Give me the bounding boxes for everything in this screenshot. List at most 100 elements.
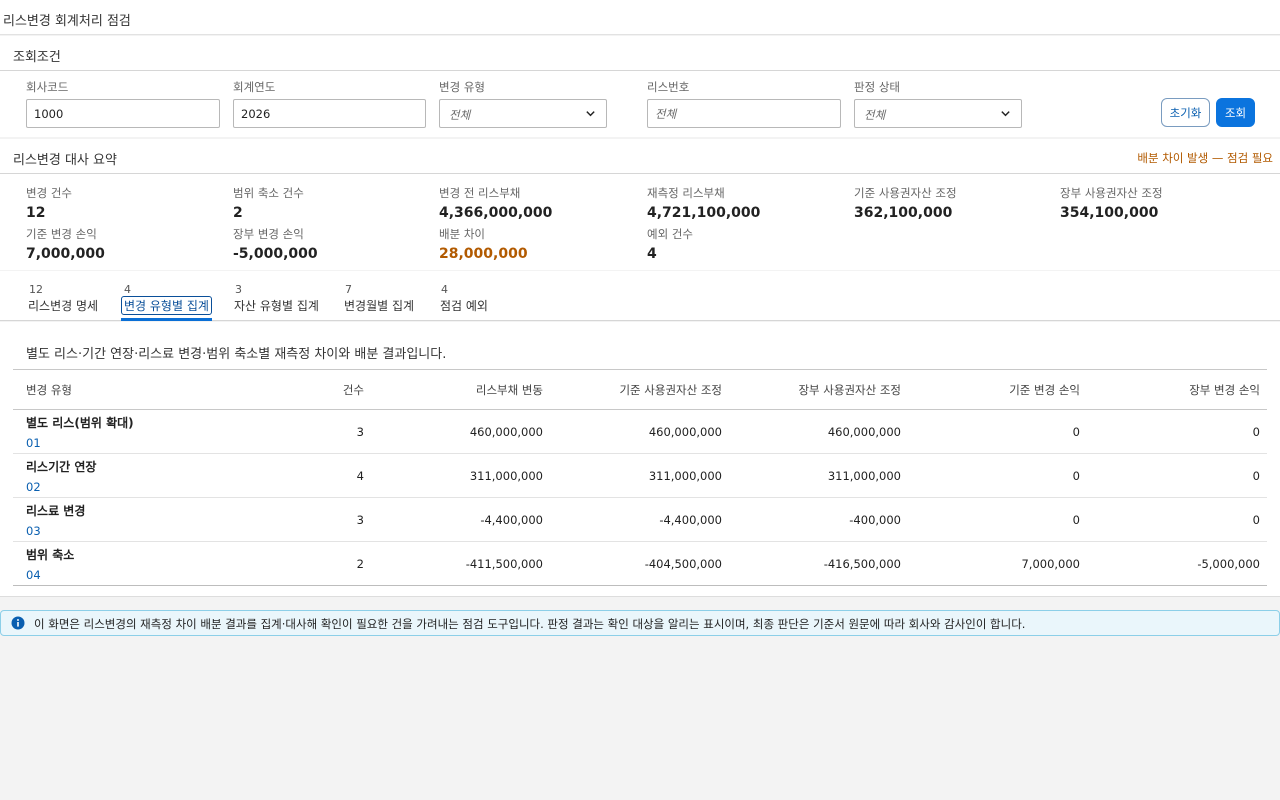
change-type-name: 별도 리스(범위 확대) — [26, 415, 134, 430]
table-row[interactable]: 별도 리스(범위 확대) 01 3 460,000,000 460,000,000… — [13, 410, 1267, 454]
kpi-label: 장부 변경 손익 — [233, 227, 304, 241]
info-text: 이 화면은 리스변경의 재측정 차이 배분 결과를 집계·대사해 확인이 필요한… — [34, 617, 1026, 631]
tab-count: 12 — [29, 283, 43, 296]
kpi-scope-reduction-count: 범위 축소 건수 2 — [233, 185, 304, 221]
std-pl-cell: 7,000,000 — [1021, 556, 1080, 571]
main-content: 별도 리스·기간 연장·리스료 변경·범위 축소별 재측정 차이와 배분 결과입… — [0, 322, 1280, 597]
change-type-cell: 리스료 변경 03 — [13, 498, 258, 542]
lease-no-label: 리스번호 — [647, 80, 690, 94]
kpi-value: 7,000,000 — [26, 246, 105, 262]
kpi-value: 4 — [647, 246, 657, 262]
title-bar: 리스변경 회계처리 점검 — [0, 0, 1280, 35]
company-code-input[interactable] — [26, 99, 220, 128]
kpi-label: 변경 전 리스부채 — [439, 186, 521, 200]
count-cell: 3 — [356, 424, 364, 439]
book-pl-cell: 0 — [1252, 468, 1260, 483]
column-header[interactable]: 기준 변경 손익 — [908, 370, 1087, 410]
kpi-value: 4,366,000,000 — [439, 205, 553, 221]
active-tab-indicator — [121, 318, 212, 321]
change-type-cell: 범위 축소 04 — [13, 542, 258, 586]
change-type-field-group: 변경 유형 — [439, 79, 485, 95]
kpi-book-change-pl: 장부 변경 손익 -5,000,000 — [233, 226, 318, 262]
tab-by-change-month[interactable]: 7 변경월별 집계 — [342, 283, 416, 315]
kpi-change-count: 변경 건수 12 — [26, 185, 72, 221]
table-row[interactable]: 리스료 변경 03 3 -4,400,000 -4,400,000 -400,00… — [13, 498, 1267, 542]
reset-button[interactable]: 초기화 — [1161, 98, 1210, 127]
std-pl-cell: 0 — [1072, 468, 1080, 483]
kpi-label: 기준 변경 손익 — [26, 227, 97, 241]
change-type-code-link[interactable]: 04 — [26, 568, 251, 582]
tab-count: 3 — [235, 283, 242, 296]
kpi-std-rou-adjustment: 기준 사용권자산 조정 362,100,000 — [854, 185, 957, 221]
table-row[interactable]: 리스기간 연장 02 4 311,000,000 311,000,000 311,… — [13, 454, 1267, 498]
column-header[interactable]: 기준 사용권자산 조정 — [550, 370, 729, 410]
judgement-field-group: 판정 상태 — [854, 79, 900, 95]
tab-count: 4 — [441, 283, 448, 296]
change-type-cell: 리스기간 연장 02 — [13, 454, 258, 498]
search-button[interactable]: 조회 — [1216, 98, 1255, 127]
change-type-code-link[interactable]: 02 — [26, 480, 251, 494]
tab-label: 변경월별 집계 — [344, 299, 415, 313]
column-header[interactable]: 리스부채 변동 — [371, 370, 550, 410]
search-panel: 조회조건 회사코드 회계연도 변경 유형 전체 리스번호 판정 상태 전체 초기… — [0, 36, 1280, 137]
count-cell: 4 — [356, 468, 364, 483]
lease-no-input[interactable] — [647, 99, 841, 128]
search-panel-title: 조회조건 — [13, 50, 61, 65]
chevron-down-icon — [586, 111, 595, 117]
std-rou-cell: -404,500,000 — [644, 556, 722, 571]
search-panel-header: 조회조건 — [0, 36, 1280, 71]
kpi-allocation-difference: 배분 차이 28,000,000 — [439, 226, 528, 262]
tab-exceptions[interactable]: 4 점검 예외 — [438, 283, 490, 315]
kpi-label: 예외 건수 — [647, 227, 693, 241]
kpi-label: 범위 축소 건수 — [233, 186, 304, 200]
tab-by-asset-type[interactable]: 3 자산 유형별 집계 — [232, 283, 321, 315]
book-rou-cell: 460,000,000 — [827, 424, 901, 439]
liability-change-cell: -4,400,000 — [480, 512, 543, 527]
tab-label: 리스변경 명세 — [28, 299, 99, 313]
column-header[interactable]: 변경 유형 — [13, 370, 258, 410]
book-pl-cell: -5,000,000 — [1197, 556, 1260, 571]
liability-change-cell: 460,000,000 — [469, 424, 543, 439]
liability-change-cell: -411,500,000 — [465, 556, 543, 571]
tab-count: 4 — [124, 283, 131, 296]
summary-panel-title: 리스변경 대사 요약 — [13, 153, 117, 168]
table-header-row: 변경 유형 건수 리스부채 변동 기준 사용권자산 조정 장부 사용권자산 조정… — [13, 369, 1267, 410]
std-rou-cell: 460,000,000 — [648, 424, 722, 439]
info-icon — [11, 616, 25, 630]
kpi-value: 28,000,000 — [439, 246, 528, 262]
kpi-label: 배분 차이 — [439, 227, 485, 241]
company-code-label: 회사코드 — [26, 80, 69, 94]
change-type-cell: 별도 리스(범위 확대) 01 — [13, 410, 258, 454]
kpi-value: 354,100,000 — [1060, 205, 1159, 221]
std-rou-cell: 311,000,000 — [648, 468, 722, 483]
judgement-label: 판정 상태 — [854, 80, 900, 94]
kpi-remeasured-liability: 재측정 리스부채 4,721,100,000 — [647, 185, 760, 221]
fiscal-year-input[interactable] — [233, 99, 426, 128]
kpi-label: 변경 건수 — [26, 186, 72, 200]
change-type-name: 범위 축소 — [26, 547, 75, 562]
table-row[interactable]: 범위 축소 04 2 -411,500,000 -404,500,000 -416… — [13, 542, 1267, 586]
book-rou-cell: 311,000,000 — [827, 468, 901, 483]
judgement-select[interactable]: 전체 — [854, 99, 1022, 128]
column-header[interactable]: 건수 — [258, 370, 371, 410]
book-rou-cell: -416,500,000 — [823, 556, 901, 571]
change-type-label: 변경 유형 — [439, 80, 485, 94]
tab-bar: 12 리스변경 명세 4 변경 유형별 집계 3 자산 유형별 집계 7 변경월… — [0, 271, 1280, 321]
tab-by-change-type[interactable]: 4 변경 유형별 집계 — [121, 283, 212, 321]
change-type-select[interactable]: 전체 — [439, 99, 607, 128]
book-pl-cell: 0 — [1252, 512, 1260, 527]
change-type-code-link[interactable]: 03 — [26, 524, 251, 538]
judgement-select-value: 전체 — [864, 108, 886, 122]
fiscal-year-field-group: 회계연도 — [233, 79, 275, 95]
kpi-label: 재측정 리스부채 — [647, 186, 725, 200]
column-header[interactable]: 장부 변경 손익 — [1087, 370, 1267, 410]
change-type-code-link[interactable]: 01 — [26, 436, 251, 450]
column-header[interactable]: 장부 사용권자산 조정 — [729, 370, 908, 410]
tab-lease-change-list[interactable]: 12 리스변경 명세 — [26, 283, 100, 315]
count-cell: 2 — [356, 556, 364, 571]
change-type-name: 리스기간 연장 — [26, 459, 97, 474]
kpi-value: 4,721,100,000 — [647, 205, 761, 221]
std-pl-cell: 0 — [1072, 424, 1080, 439]
kpi-value: 12 — [26, 205, 46, 221]
std-rou-cell: -4,400,000 — [659, 512, 722, 527]
